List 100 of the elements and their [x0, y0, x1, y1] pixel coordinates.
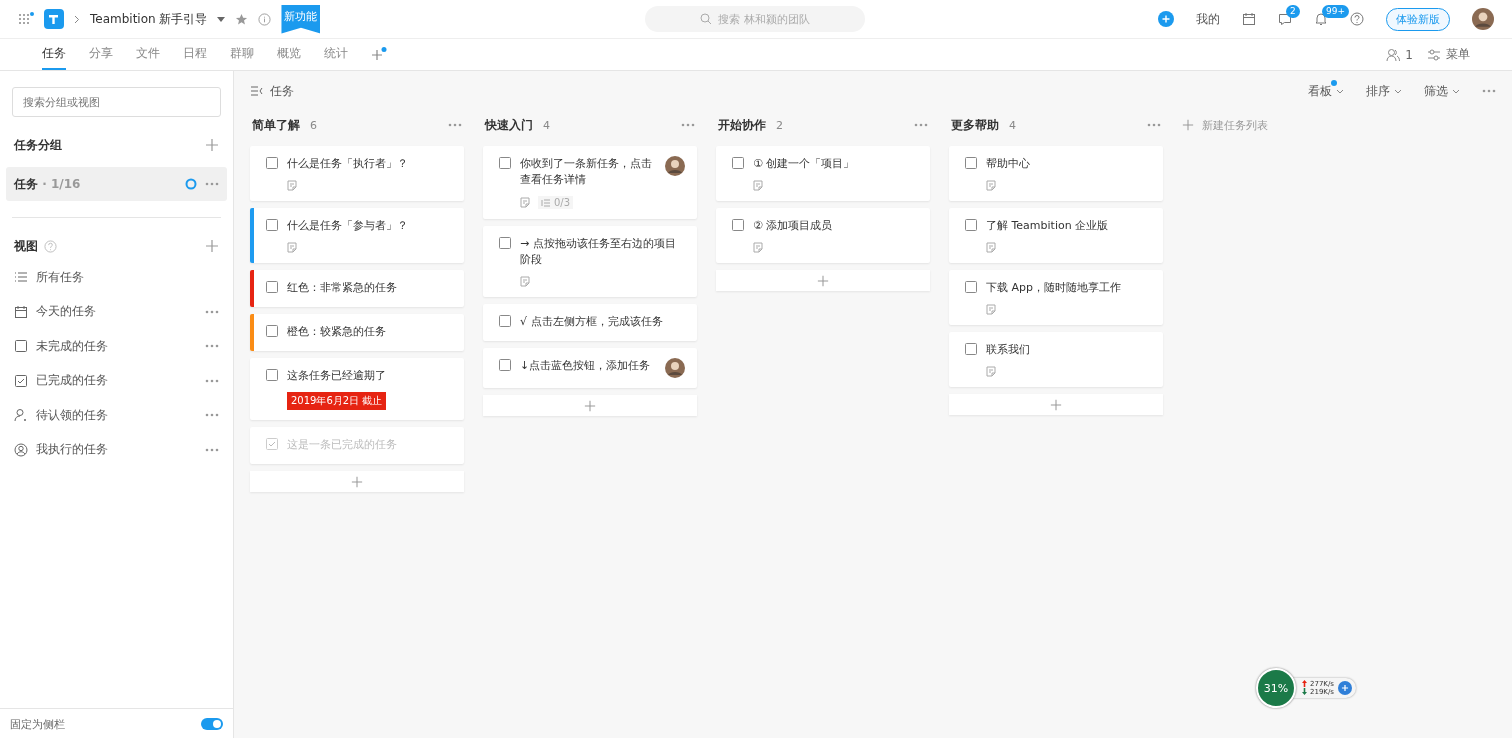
view-option[interactable]: 看板	[1308, 82, 1344, 100]
view-item[interactable]: 未完成的任务	[6, 329, 227, 364]
view-item[interactable]: 待认领的任务	[6, 398, 227, 433]
checkbox-icon[interactable]	[266, 325, 278, 337]
more-icon[interactable]	[1147, 123, 1161, 127]
task-card[interactable]: 什么是任务「执行者」？	[250, 146, 464, 201]
checkbox-icon[interactable]	[965, 157, 977, 169]
tab[interactable]: 日程	[183, 39, 207, 70]
project-title[interactable]: Teambition 新手引导	[90, 10, 208, 28]
more-icon[interactable]	[205, 378, 219, 383]
task-card[interactable]: 了解 Teambition 企业版	[949, 208, 1163, 263]
view-item[interactable]: 我执行的任务	[6, 432, 227, 467]
checkbox-icon[interactable]	[266, 157, 278, 169]
tab[interactable]: 统计	[324, 39, 348, 70]
tab[interactable]: 分享	[89, 39, 113, 70]
more-icon[interactable]	[205, 344, 219, 349]
task-title: ② 添加项目成员	[753, 218, 834, 234]
avatar-icon[interactable]	[1472, 8, 1494, 30]
tab[interactable]: 任务	[42, 39, 66, 70]
checked-box-icon[interactable]	[266, 438, 278, 450]
caret-down-icon[interactable]	[217, 16, 226, 22]
section-title: 任务分组	[14, 136, 62, 154]
checkbox-icon[interactable]	[499, 359, 511, 371]
members-icon[interactable]	[1386, 47, 1401, 62]
task-card[interactable]: 红色：非常紧急的任务	[250, 270, 464, 307]
chat-icon[interactable]	[1278, 12, 1292, 26]
more-icon[interactable]	[681, 123, 695, 127]
checkbox-icon	[14, 339, 28, 354]
checkbox-icon[interactable]	[266, 281, 278, 293]
progress-ring-icon	[185, 178, 197, 190]
add-icon[interactable]	[205, 239, 219, 253]
task-card[interactable]: 联系我们	[949, 332, 1163, 387]
more-icon[interactable]	[205, 447, 219, 452]
app-logo-icon[interactable]	[44, 9, 64, 29]
plus-icon	[1050, 398, 1062, 411]
add-icon[interactable]	[1158, 11, 1174, 27]
view-option[interactable]: 筛选	[1424, 82, 1460, 100]
member-count[interactable]: 1	[1405, 47, 1413, 62]
plus-icon	[584, 399, 596, 412]
tab[interactable]: 群聊	[230, 39, 254, 70]
checkbox-icon[interactable]	[732, 157, 744, 169]
task-card[interactable]: √ 点击左侧方框，完成该任务	[483, 304, 697, 341]
calendar-icon[interactable]	[1242, 12, 1256, 26]
task-card[interactable]: 什么是任务「参与者」？	[250, 208, 464, 263]
checkbox-icon[interactable]	[266, 369, 278, 381]
task-count: 4	[1009, 118, 1017, 132]
tab[interactable]: 文件	[136, 39, 160, 70]
sliders-icon[interactable]	[1427, 48, 1441, 61]
more-icon[interactable]	[1482, 89, 1496, 93]
task-card[interactable]: ② 添加项目成员	[716, 208, 930, 263]
task-card[interactable]: 帮助中心	[949, 146, 1163, 201]
view-item[interactable]: 所有任务	[6, 260, 227, 295]
task-card[interactable]: 你收到了一条新任务，点击查看任务详情 0/3	[483, 146, 697, 219]
checkbox-icon[interactable]	[965, 281, 977, 293]
info-icon[interactable]	[258, 12, 272, 26]
add-icon[interactable]	[1182, 119, 1194, 131]
task-count: 4	[543, 118, 551, 132]
column-title: 开始协作	[718, 116, 766, 134]
help-icon[interactable]	[1350, 12, 1364, 26]
checkbox-icon[interactable]	[965, 219, 977, 231]
collapse-sidebar-icon[interactable]	[250, 86, 264, 96]
task-card[interactable]: ① 创建一个「项目」	[716, 146, 930, 201]
more-icon[interactable]	[205, 413, 219, 418]
note-icon	[520, 276, 530, 287]
subtask-count: 0/3	[554, 197, 571, 208]
checkbox-icon[interactable]	[965, 343, 977, 355]
avatar-icon	[665, 156, 685, 176]
task-card[interactable]: → 点按拖动该任务至右边的项目阶段	[483, 226, 697, 297]
add-tab-icon[interactable]	[371, 46, 387, 61]
add-icon[interactable]	[205, 138, 219, 152]
tab[interactable]: 概览	[277, 39, 301, 70]
task-title: 红色：非常紧急的任务	[287, 280, 398, 296]
checkbox-icon[interactable]	[499, 237, 511, 249]
view-item[interactable]: 已完成的任务	[6, 363, 227, 398]
toggle-switch[interactable]	[201, 718, 223, 730]
more-icon[interactable]	[205, 309, 219, 314]
view-item[interactable]: 今天的任务	[6, 294, 227, 329]
menu-link[interactable]: 菜单	[1446, 46, 1470, 63]
more-icon[interactable]	[914, 123, 928, 127]
group-item[interactable]: 任务 · 1/16	[6, 167, 227, 201]
view-option[interactable]: 排序	[1366, 82, 1402, 100]
bell-icon[interactable]	[1314, 12, 1328, 26]
checkbox-icon[interactable]	[499, 157, 511, 169]
search-placeholder: 搜索 林和颍的团队	[718, 11, 810, 27]
more-icon[interactable]	[205, 182, 219, 186]
task-title: ↓点击蓝色按钮，添加任务	[520, 358, 652, 374]
mine-link[interactable]: 我的	[1196, 10, 1220, 28]
star-icon[interactable]	[235, 12, 249, 26]
task-card[interactable]: 这条任务已经逾期了 2019年6月2日 截止	[250, 358, 464, 420]
checkbox-icon[interactable]	[499, 315, 511, 327]
more-icon[interactable]	[448, 123, 462, 127]
checkbox-icon[interactable]	[732, 219, 744, 231]
search-icon	[700, 13, 713, 25]
task-card[interactable]: ↓点击蓝色按钮，添加任务	[483, 348, 697, 388]
add-icon[interactable]	[1337, 681, 1352, 695]
task-card[interactable]: 下载 App，随时随地享工作	[949, 270, 1163, 325]
apps-grid-icon[interactable]	[18, 12, 34, 26]
checkbox-icon[interactable]	[266, 219, 278, 231]
task-card[interactable]: 橙色：较紧急的任务	[250, 314, 464, 351]
search-field[interactable]: 搜索分组或视图	[12, 87, 221, 117]
